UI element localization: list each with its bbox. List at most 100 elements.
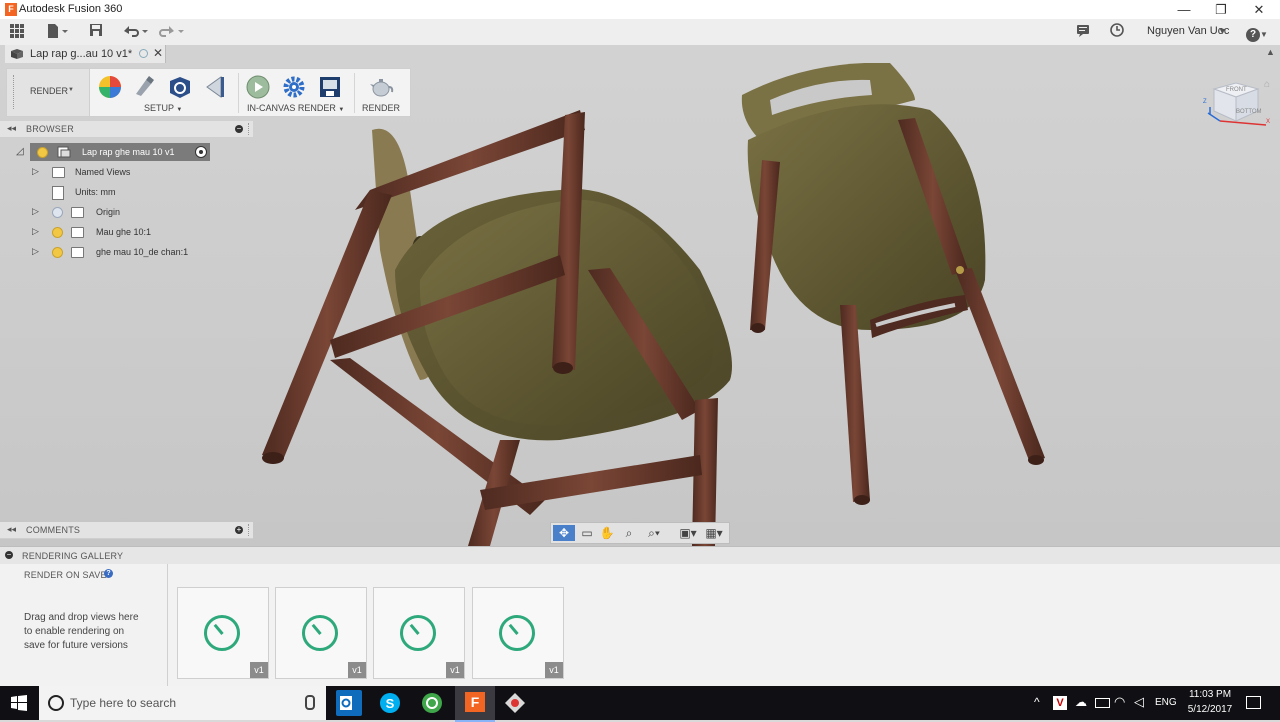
tray-app-v-icon[interactable]: V: [1053, 696, 1067, 710]
in-canvas-render-icon[interactable]: [245, 74, 271, 100]
volume-icon[interactable]: ◁: [1134, 694, 1144, 710]
close-tab-icon[interactable]: ✕: [153, 46, 163, 60]
view-cube[interactable]: FRONT BOTTOM Z X: [1200, 79, 1272, 135]
tray-overflow-chevron-icon[interactable]: ^: [1034, 695, 1040, 709]
save-icon[interactable]: [87, 23, 105, 41]
fit-zoom-icon[interactable]: ⌕▾: [643, 525, 665, 541]
onedrive-icon[interactable]: ☁: [1075, 695, 1087, 709]
render-thumbnail[interactable]: v1: [177, 587, 269, 679]
notifications-icon[interactable]: [1074, 23, 1092, 41]
skype-app-icon[interactable]: S: [377, 690, 403, 716]
expand-triangle-icon[interactable]: ▷: [32, 246, 39, 257]
collapse-browser-icon[interactable]: ◂◂: [7, 123, 16, 134]
undo-icon[interactable]: [120, 23, 150, 41]
capture-image-icon[interactable]: [317, 74, 343, 100]
pan-hand-icon[interactable]: ✋: [599, 525, 615, 541]
input-language-indicator[interactable]: ENG: [1155, 697, 1177, 708]
windows-start-icon[interactable]: [11, 695, 27, 714]
collapse-triangle-icon[interactable]: ◿: [16, 146, 24, 157]
visibility-bulb-off-icon[interactable]: [52, 207, 63, 218]
visibility-bulb-icon[interactable]: [52, 247, 63, 258]
gallery-sidebar: RENDER ON SAVE ? Drag and drop views her…: [0, 564, 168, 686]
visibility-bulb-icon[interactable]: [37, 147, 48, 158]
display-settings-icon[interactable]: ▣▾: [677, 525, 699, 541]
browser-item-units[interactable]: Units: mm: [0, 183, 250, 201]
outlook-app-icon[interactable]: [336, 690, 362, 716]
expand-triangle-icon[interactable]: ▷: [32, 206, 39, 217]
browser-item-origin[interactable]: ▷ Origin: [0, 203, 250, 221]
render-button[interactable]: RENDER: [362, 103, 400, 113]
green-app-icon[interactable]: [419, 690, 445, 716]
look-at-icon[interactable]: ▭: [579, 525, 595, 541]
grid-settings-icon[interactable]: ▦▾: [703, 525, 725, 541]
home-view-icon[interactable]: ⌂: [1264, 79, 1270, 90]
comments-panel-header[interactable]: ◂◂ COMMENTS +: [0, 522, 253, 539]
folder-icon: [52, 167, 65, 178]
browser-item-named-views[interactable]: ▷ Named Views: [0, 163, 250, 181]
user-menu-caret-icon[interactable]: ▼: [1218, 26, 1227, 36]
assembly-doc-icon: [57, 146, 71, 160]
clock-date[interactable]: 5/12/2017: [1184, 704, 1236, 715]
fusion-app-icon: F: [465, 692, 485, 712]
texture-map-icon[interactable]: [167, 74, 193, 100]
redo-icon[interactable]: [158, 23, 188, 41]
orbit-icon[interactable]: ✥: [553, 525, 575, 541]
visibility-bulb-icon[interactable]: [52, 227, 63, 238]
setup-dropdown[interactable]: SETUP ▼: [144, 103, 182, 113]
decal-icon[interactable]: [203, 74, 229, 100]
activate-component-radio-icon[interactable]: [195, 146, 207, 158]
windows-taskbar: Type here to search S F ^ V ☁ ◠ ◁ ENG 11…: [0, 686, 1280, 722]
minimize-button[interactable]: —: [1166, 0, 1202, 19]
close-window-button[interactable]: ✕: [1241, 0, 1277, 19]
appearance-icon[interactable]: [131, 74, 157, 100]
browser-minimize-icon[interactable]: −: [235, 125, 243, 133]
render-thumbnail[interactable]: v1: [472, 587, 564, 679]
browser-item-label: Named Views: [75, 167, 131, 177]
help-icon[interactable]: ?: [104, 569, 113, 578]
job-status-clock-icon[interactable]: [1108, 23, 1126, 41]
component-icon: [71, 247, 84, 258]
browser-panel-header[interactable]: ◂◂ BROWSER −: [0, 121, 253, 138]
window-title: Autodesk Fusion 360: [19, 3, 123, 15]
render-teapot-icon[interactable]: [368, 74, 394, 100]
rendering-gallery-header[interactable]: − RENDERING GALLERY: [0, 546, 1280, 566]
help-menu[interactable]: ? ▼: [1244, 23, 1270, 42]
comments-pin-grip[interactable]: [248, 524, 251, 536]
microphone-icon[interactable]: [305, 695, 315, 710]
collapse-comments-icon[interactable]: ◂◂: [7, 524, 16, 535]
render-thumbnail[interactable]: v1: [275, 587, 367, 679]
in-canvas-render-label: IN-CANVAS RENDER: [247, 103, 336, 113]
fusion-taskbar-button[interactable]: F: [455, 686, 495, 722]
zoom-icon[interactable]: ⌕: [621, 525, 637, 541]
browser-item-mau-ghe[interactable]: ▷ Mau ghe 10:1: [0, 223, 250, 241]
root-component-label: Lap rap ghe mau 10 v1: [82, 147, 175, 157]
browser-pin-grip[interactable]: [248, 123, 251, 135]
action-center-icon[interactable]: [1246, 696, 1261, 709]
scene-settings-icon[interactable]: [97, 74, 123, 100]
file-menu-icon[interactable]: [44, 23, 70, 41]
in-canvas-render-dropdown[interactable]: IN-CANVAS RENDER ▼: [247, 103, 344, 113]
battery-icon[interactable]: [1095, 698, 1110, 708]
browser-item-de-chan[interactable]: ▷ ghe mau 10_de chan:1: [0, 243, 250, 261]
search-placeholder: Type here to search: [70, 696, 177, 710]
clock-time[interactable]: 11:03 PM: [1186, 689, 1234, 700]
render-thumbnail[interactable]: v1: [373, 587, 465, 679]
comments-title: COMMENTS: [26, 525, 81, 535]
restore-button[interactable]: ❐: [1203, 0, 1239, 19]
render-settings-gear-icon[interactable]: [281, 74, 307, 100]
document-tab[interactable]: Lap rap g...au 10 v1* ✕: [5, 45, 166, 63]
tab-overflow-chevron-icon[interactable]: ▲: [1266, 47, 1275, 57]
expand-triangle-icon[interactable]: ▷: [32, 166, 39, 177]
user-account-menu[interactable]: Nguyen Van Uoc: [1147, 25, 1229, 37]
version-badge: v1: [545, 662, 563, 678]
browser-root-row[interactable]: ◿ Lap rap ghe mau 10 v1: [0, 143, 250, 161]
gallery-minimize-icon[interactable]: −: [5, 551, 13, 559]
add-comment-icon[interactable]: +: [235, 526, 243, 534]
installer-app-icon[interactable]: [502, 690, 528, 716]
workspace-switcher[interactable]: RENDER ▼: [7, 69, 90, 116]
wifi-icon[interactable]: ◠: [1114, 694, 1125, 710]
drag-drop-hint-line: Drag and drop views here: [24, 612, 139, 623]
taskbar-search-box[interactable]: Type here to search: [39, 686, 326, 720]
app-grid-icon[interactable]: [8, 23, 26, 41]
expand-triangle-icon[interactable]: ▷: [32, 226, 39, 237]
